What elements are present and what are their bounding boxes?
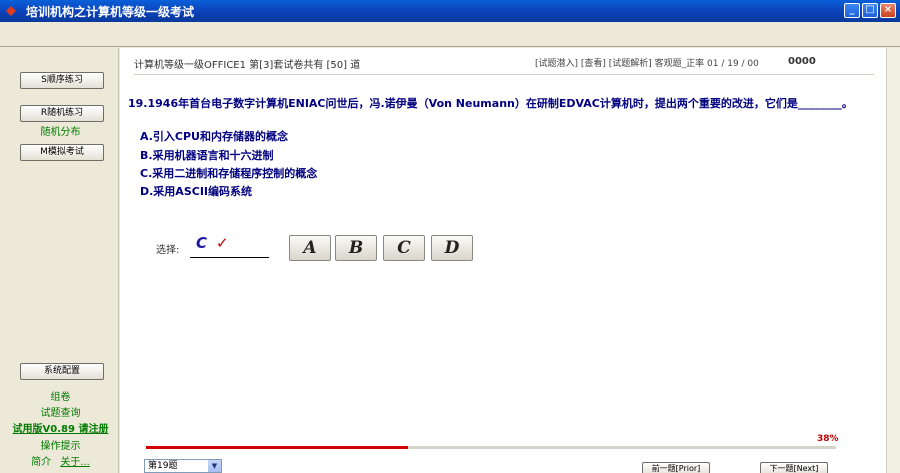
- system-config-button[interactable]: 系统配置: [20, 363, 104, 380]
- minimize-button[interactable]: _: [844, 3, 860, 18]
- app-icon: [6, 6, 16, 16]
- header-divider: [134, 74, 874, 75]
- progress-percent: 38%: [817, 434, 839, 444]
- question-text: 19.1946年首台电子数字计算机ENIAC问世后，冯.诺伊曼（Von Neum…: [128, 97, 853, 110]
- answer-underline: [190, 257, 269, 258]
- random-distribution-label[interactable]: 随机分布: [2, 123, 119, 138]
- answer-button-a[interactable]: A: [289, 235, 331, 261]
- option-b: B.采用机器语言和十六进制: [140, 149, 274, 162]
- compose-paper-link[interactable]: 组卷: [2, 388, 119, 403]
- about-link[interactable]: 关于...: [60, 457, 90, 468]
- intro-label: 简介: [31, 457, 52, 468]
- sidebar: S顺序练习 R随机练习 随机分布 M模拟考试 系统配置 组卷 试题查询 试用版V…: [2, 48, 119, 473]
- app-window: 培训机构之计算机等级一级考试 _ □ × S顺序练习 R随机练习 随机分布 M模…: [0, 0, 900, 473]
- mock-exam-button[interactable]: M模拟考试: [20, 144, 104, 161]
- prev-question-button[interactable]: 前一题[Prior]: [642, 462, 710, 473]
- maximize-button[interactable]: □: [862, 3, 878, 18]
- chevron-down-icon[interactable]: ▼: [208, 460, 221, 472]
- question-search-link[interactable]: 试题查询: [2, 404, 119, 419]
- vertical-scrollbar[interactable]: [886, 48, 900, 473]
- about-row: 简介 关于...: [2, 453, 119, 468]
- answer-button-d[interactable]: D: [431, 235, 473, 261]
- correct-check-icon: ✓: [216, 234, 229, 252]
- selected-answer: C: [196, 234, 208, 252]
- score-display: 0000: [788, 56, 816, 67]
- answer-button-b[interactable]: B: [335, 235, 377, 261]
- progress-fill: [146, 446, 409, 449]
- option-a: A.引入CPU和内存储器的概念: [140, 130, 288, 143]
- divider: [0, 46, 900, 47]
- choice-label: 选择:: [156, 245, 180, 256]
- sequential-practice-button[interactable]: S顺序练习: [20, 72, 104, 89]
- question-select[interactable]: 第19题 ▼: [144, 459, 222, 473]
- question-select-value: 第19题: [148, 461, 178, 471]
- exam-actions[interactable]: [试题潜入] [查看] [试题解析] 客观题_正率 01 / 19 / 00: [535, 56, 759, 69]
- operation-tips-link[interactable]: 操作提示: [2, 437, 119, 452]
- title-bar: 培训机构之计算机等级一级考试 _ □ ×: [0, 0, 900, 22]
- answer-button-c[interactable]: C: [383, 235, 425, 261]
- window-title: 培训机构之计算机等级一级考试: [26, 5, 195, 19]
- random-practice-button[interactable]: R随机练习: [20, 105, 104, 122]
- trial-register-link[interactable]: 试用版V0.89 请注册: [2, 420, 119, 435]
- top-strip: [2, 24, 898, 46]
- option-c: C.采用二进制和存储程序控制的概念: [140, 167, 318, 180]
- exam-info: 计算机等级一级OFFICE1 第[3]套试卷共有 [50] 道: [134, 60, 361, 71]
- progress-bar: [146, 446, 836, 449]
- close-button[interactable]: ×: [880, 3, 896, 18]
- option-d: D.采用ASCII编码系统: [140, 185, 253, 198]
- question-panel: 计算机等级一级OFFICE1 第[3]套试卷共有 [50] 道 [试题潜入] […: [120, 48, 886, 473]
- next-question-button[interactable]: 下一题[Next]: [760, 462, 828, 473]
